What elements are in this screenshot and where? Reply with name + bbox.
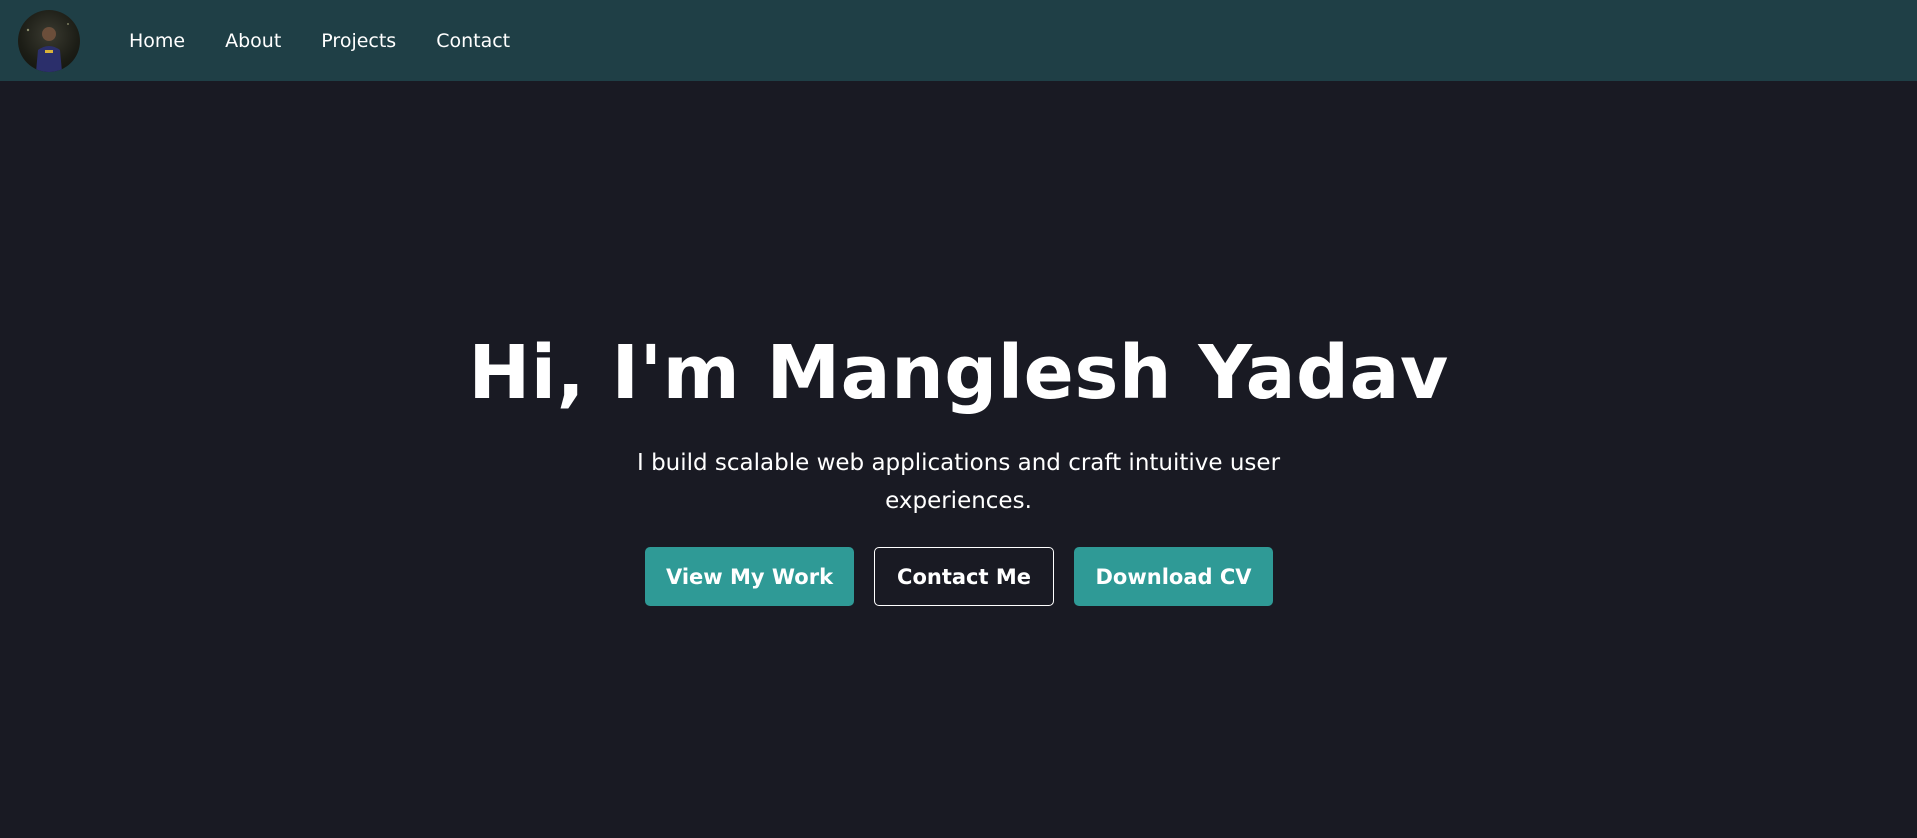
hero-section: Hi, I'm Manglesh Yadav I build scalable … <box>0 81 1917 838</box>
primary-nav: Home About Projects Contact <box>129 0 510 81</box>
hero-title: Hi, I'm Manglesh Yadav <box>468 330 1449 416</box>
avatar-photo <box>26 23 69 72</box>
nav-link-about[interactable]: About <box>225 30 281 52</box>
hero-actions: View My Work Contact Me Download CV <box>645 547 1273 606</box>
nav-link-projects[interactable]: Projects <box>321 30 396 52</box>
hero-subtitle: I build scalable web applications and cr… <box>636 450 1281 514</box>
contact-me-button[interactable]: Contact Me <box>874 547 1054 606</box>
nav-link-home[interactable]: Home <box>129 30 185 52</box>
navbar: Home About Projects Contact <box>0 0 1917 81</box>
avatar[interactable] <box>18 10 80 72</box>
nav-link-contact[interactable]: Contact <box>436 30 510 52</box>
view-work-button[interactable]: View My Work <box>645 547 854 606</box>
download-cv-button[interactable]: Download CV <box>1074 547 1273 606</box>
